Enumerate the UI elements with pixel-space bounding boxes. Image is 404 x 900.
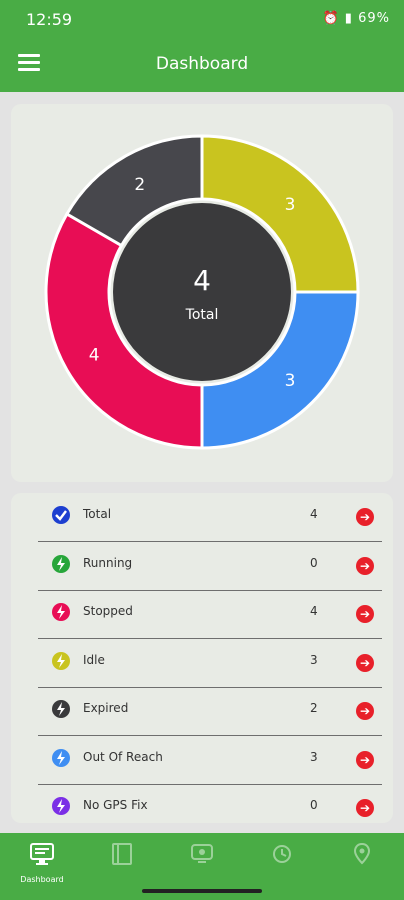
list-item[interactable]: Running 0 ➔ [38, 542, 382, 591]
home-indicator [142, 889, 262, 893]
segment-label: 4 [89, 345, 100, 365]
arrow-right-icon[interactable]: ➔ [356, 653, 374, 672]
check-circle-icon [52, 506, 70, 524]
segment-label: 3 [285, 195, 296, 215]
bolt-icon [52, 748, 70, 767]
tab-dashboard[interactable]: Dashboard [2, 833, 82, 900]
status-list: Total 4 ➔ Running 0 ➔ Stopped 4 ➔ Idle 3 ➔ Expired 2 ➔… [11, 493, 393, 823]
arrow-right-icon[interactable]: ➔ [356, 799, 374, 817]
segment-label: 2 [134, 175, 145, 195]
tab-location[interactable] [322, 833, 402, 900]
arrow-right-icon[interactable]: ➔ [356, 702, 374, 720]
status-count: 0 [310, 798, 318, 812]
status-label: Stopped [83, 604, 133, 618]
list-item[interactable]: Idle 3 ➔ [38, 639, 382, 688]
list-item[interactable]: No GPS Fix 0 ➔ [38, 784, 382, 823]
page-title: Dashboard [155, 54, 249, 74]
status-time: 12:59 [26, 10, 73, 29]
signal-icon: ▮ [344, 11, 353, 26]
location-pin-icon [353, 843, 371, 865]
map-screen-icon [191, 844, 213, 863]
center-label: Total [185, 307, 219, 323]
arrow-right-icon[interactable]: ➔ [356, 750, 374, 769]
arrow-right-icon[interactable]: ➔ [356, 508, 374, 526]
bolt-icon [52, 554, 70, 573]
status-icons: ⏰ ▮ 69% [322, 11, 390, 26]
tab-dashboard-label: Dashboard [20, 875, 64, 884]
center-value: 4 [193, 264, 211, 297]
status-label: Out Of Reach [83, 749, 163, 764]
bolt-icon [52, 651, 70, 670]
list-item[interactable]: Expired 2 ➔ [38, 687, 382, 736]
status-label: No GPS Fix [83, 798, 148, 812]
status-label: Expired [83, 701, 129, 715]
status-bar: 12:59 ⏰ ▮ 69% [0, 0, 404, 38]
monitor-icon [30, 843, 54, 865]
book-icon [112, 843, 132, 865]
app-bar: Dashboard [0, 38, 404, 92]
arrow-right-icon[interactable]: ➔ [356, 556, 374, 575]
donut-chart: 3 3 4 2 4 Total [44, 134, 360, 450]
battery-percent: 69% [358, 11, 390, 26]
list-item[interactable]: Stopped 4 ➔ [38, 590, 382, 639]
status-label: Total [83, 507, 112, 521]
segment-label: 3 [285, 371, 296, 391]
status-label: Running [83, 555, 133, 570]
chart-card: 3 3 4 2 4 Total [11, 104, 393, 482]
bolt-icon [52, 797, 70, 815]
bolt-icon [52, 603, 70, 621]
bolt-icon [52, 700, 70, 718]
status-count: 3 [310, 749, 318, 764]
status-count: 0 [310, 555, 318, 570]
status-count: 4 [310, 604, 318, 618]
status-label: Idle [83, 652, 105, 667]
status-count: 4 [310, 507, 318, 521]
history-icon [273, 845, 291, 863]
arrow-right-icon[interactable]: ➔ [356, 605, 374, 623]
list-item[interactable]: Total 4 ➔ [38, 493, 382, 542]
status-count: 3 [310, 652, 318, 667]
alarm-icon: ⏰ [322, 11, 340, 26]
list-item[interactable]: Out Of Reach 3 ➔ [38, 736, 382, 785]
status-count: 2 [310, 701, 318, 715]
